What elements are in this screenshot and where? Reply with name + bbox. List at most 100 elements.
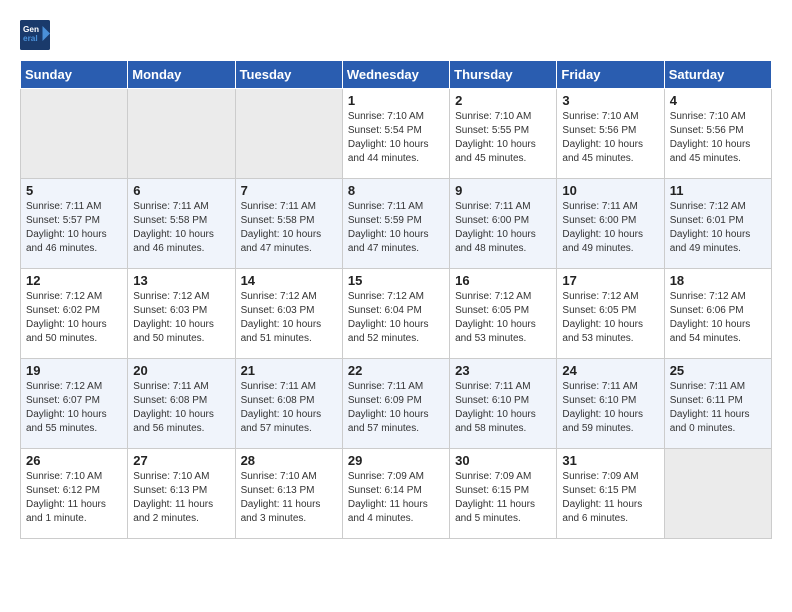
calendar-week: 19Sunrise: 7:12 AMSunset: 6:07 PMDayligh… xyxy=(21,359,772,449)
day-info: Sunrise: 7:11 AMSunset: 6:08 PMDaylight:… xyxy=(133,380,229,436)
day-number: 25 xyxy=(670,363,766,378)
day-number: 10 xyxy=(562,183,658,198)
calendar-day: 12 Sunrise: 7:12 AMSunset: 6:02 PMDayligh… xyxy=(21,269,128,359)
day-info: Sunrise: 7:12 AMSunset: 6:03 PMDaylight:… xyxy=(133,290,229,346)
day-info: Sunrise: 7:10 AMSunset: 5:56 PMDaylight:… xyxy=(562,110,658,166)
day-info: Sunrise: 7:11 AMSunset: 5:57 PMDaylight:… xyxy=(26,200,122,256)
day-number: 11 xyxy=(670,183,766,198)
day-number: 28 xyxy=(241,453,337,468)
day-number: 16 xyxy=(455,273,551,288)
day-number: 17 xyxy=(562,273,658,288)
page-header: Gen eral xyxy=(20,20,772,50)
calendar-day: 4 Sunrise: 7:10 AMSunset: 5:56 PMDaylight… xyxy=(664,89,771,179)
calendar-week: 12 Sunrise: 7:12 AMSunset: 6:02 PMDayligh… xyxy=(21,269,772,359)
calendar-week: 5 Sunrise: 7:11 AMSunset: 5:57 PMDaylight… xyxy=(21,179,772,269)
day-info: Sunrise: 7:11 AMSunset: 6:08 PMDaylight:… xyxy=(241,380,337,436)
calendar-day: 24 Sunrise: 7:11 AMSunset: 6:10 PMDayligh… xyxy=(557,359,664,449)
day-info: Sunrise: 7:11 AMSunset: 6:09 PMDaylight:… xyxy=(348,380,444,436)
day-number: 31 xyxy=(562,453,658,468)
calendar-day: 9 Sunrise: 7:11 AMSunset: 6:00 PMDaylight… xyxy=(450,179,557,269)
day-info: Sunrise: 7:12 AMSunset: 6:07 PMDaylight:… xyxy=(26,380,122,436)
day-info: Sunrise: 7:10 AMSunset: 6:12 PMDaylight:… xyxy=(26,470,122,526)
day-number: 12 xyxy=(26,273,122,288)
day-info: Sunrise: 7:11 AMSunset: 5:58 PMDaylight:… xyxy=(241,200,337,256)
calendar-day: 15 Sunrise: 7:12 AMSunset: 6:04 PMDayligh… xyxy=(342,269,449,359)
day-info: Sunrise: 7:11 AMSunset: 6:11 PMDaylight:… xyxy=(670,380,766,436)
day-number: 18 xyxy=(670,273,766,288)
day-info: Sunrise: 7:12 AMSunset: 6:02 PMDaylight:… xyxy=(26,290,122,346)
day-number: 5 xyxy=(26,183,122,198)
day-info: Sunrise: 7:12 AMSunset: 6:04 PMDaylight:… xyxy=(348,290,444,346)
day-number: 7 xyxy=(241,183,337,198)
calendar-day: 18 Sunrise: 7:12 AMSunset: 6:06 PMDayligh… xyxy=(664,269,771,359)
day-info: Sunrise: 7:09 AMSunset: 6:15 PMDaylight:… xyxy=(455,470,551,526)
weekday-header: Friday xyxy=(557,61,664,89)
day-number: 1 xyxy=(348,93,444,108)
calendar-day: 27 Sunrise: 7:10 AMSunset: 6:13 PMDayligh… xyxy=(128,449,235,539)
day-number: 15 xyxy=(348,273,444,288)
calendar-day: 29 Sunrise: 7:09 AMSunset: 6:14 PMDayligh… xyxy=(342,449,449,539)
calendar-day xyxy=(21,89,128,179)
day-number: 21 xyxy=(241,363,337,378)
calendar-day: 7 Sunrise: 7:11 AMSunset: 5:58 PMDaylight… xyxy=(235,179,342,269)
calendar-day: 28 Sunrise: 7:10 AMSunset: 6:13 PMDayligh… xyxy=(235,449,342,539)
day-number: 2 xyxy=(455,93,551,108)
day-number: 23 xyxy=(455,363,551,378)
calendar-day: 31 Sunrise: 7:09 AMSunset: 6:15 PMDayligh… xyxy=(557,449,664,539)
day-info: Sunrise: 7:10 AMSunset: 6:13 PMDaylight:… xyxy=(133,470,229,526)
calendar-day: 23Sunrise: 7:11 AMSunset: 6:10 PMDayligh… xyxy=(450,359,557,449)
day-number: 6 xyxy=(133,183,229,198)
calendar-table: SundayMondayTuesdayWednesdayThursdayFrid… xyxy=(20,60,772,539)
day-number: 8 xyxy=(348,183,444,198)
day-info: Sunrise: 7:09 AMSunset: 6:14 PMDaylight:… xyxy=(348,470,444,526)
calendar-day: 16Sunrise: 7:12 AMSunset: 6:05 PMDayligh… xyxy=(450,269,557,359)
day-number: 9 xyxy=(455,183,551,198)
weekday-header: Tuesday xyxy=(235,61,342,89)
calendar-day: 1Sunrise: 7:10 AMSunset: 5:54 PMDaylight… xyxy=(342,89,449,179)
calendar-header: SundayMondayTuesdayWednesdayThursdayFrid… xyxy=(21,61,772,89)
calendar-day: 10 Sunrise: 7:11 AMSunset: 6:00 PMDayligh… xyxy=(557,179,664,269)
calendar-day: 6 Sunrise: 7:11 AMSunset: 5:58 PMDaylight… xyxy=(128,179,235,269)
day-info: Sunrise: 7:12 AMSunset: 6:05 PMDaylight:… xyxy=(562,290,658,346)
calendar-day: 3Sunrise: 7:10 AMSunset: 5:56 PMDaylight… xyxy=(557,89,664,179)
calendar-day: 25 Sunrise: 7:11 AMSunset: 6:11 PMDayligh… xyxy=(664,359,771,449)
day-info: Sunrise: 7:12 AMSunset: 6:01 PMDaylight:… xyxy=(670,200,766,256)
day-info: Sunrise: 7:09 AMSunset: 6:15 PMDaylight:… xyxy=(562,470,658,526)
logo: Gen eral xyxy=(20,20,54,50)
weekday-header: Saturday xyxy=(664,61,771,89)
calendar-day: 26 Sunrise: 7:10 AMSunset: 6:12 PMDayligh… xyxy=(21,449,128,539)
calendar-week: 1Sunrise: 7:10 AMSunset: 5:54 PMDaylight… xyxy=(21,89,772,179)
calendar-day: 20 Sunrise: 7:11 AMSunset: 6:08 PMDayligh… xyxy=(128,359,235,449)
day-info: Sunrise: 7:12 AMSunset: 6:06 PMDaylight:… xyxy=(670,290,766,346)
day-info: Sunrise: 7:11 AMSunset: 6:10 PMDaylight:… xyxy=(562,380,658,436)
calendar-day xyxy=(235,89,342,179)
calendar-day: 2Sunrise: 7:10 AMSunset: 5:55 PMDaylight… xyxy=(450,89,557,179)
day-number: 24 xyxy=(562,363,658,378)
day-number: 20 xyxy=(133,363,229,378)
day-info: Sunrise: 7:10 AMSunset: 6:13 PMDaylight:… xyxy=(241,470,337,526)
weekday-header: Monday xyxy=(128,61,235,89)
day-info: Sunrise: 7:11 AMSunset: 5:59 PMDaylight:… xyxy=(348,200,444,256)
calendar-day: 21 Sunrise: 7:11 AMSunset: 6:08 PMDayligh… xyxy=(235,359,342,449)
calendar-day: 22 Sunrise: 7:11 AMSunset: 6:09 PMDayligh… xyxy=(342,359,449,449)
calendar-day xyxy=(664,449,771,539)
calendar-day: 14Sunrise: 7:12 AMSunset: 6:03 PMDayligh… xyxy=(235,269,342,359)
weekday-header: Wednesday xyxy=(342,61,449,89)
day-info: Sunrise: 7:11 AMSunset: 6:00 PMDaylight:… xyxy=(455,200,551,256)
day-info: Sunrise: 7:12 AMSunset: 6:03 PMDaylight:… xyxy=(241,290,337,346)
calendar-day: 19Sunrise: 7:12 AMSunset: 6:07 PMDayligh… xyxy=(21,359,128,449)
day-info: Sunrise: 7:11 AMSunset: 6:00 PMDaylight:… xyxy=(562,200,658,256)
calendar-day: 11 Sunrise: 7:12 AMSunset: 6:01 PMDayligh… xyxy=(664,179,771,269)
day-number: 29 xyxy=(348,453,444,468)
day-number: 4 xyxy=(670,93,766,108)
weekday-header: Sunday xyxy=(21,61,128,89)
day-number: 27 xyxy=(133,453,229,468)
day-info: Sunrise: 7:11 AMSunset: 5:58 PMDaylight:… xyxy=(133,200,229,256)
calendar-day: 30Sunrise: 7:09 AMSunset: 6:15 PMDayligh… xyxy=(450,449,557,539)
calendar-day: 8 Sunrise: 7:11 AMSunset: 5:59 PMDaylight… xyxy=(342,179,449,269)
day-number: 26 xyxy=(26,453,122,468)
day-info: Sunrise: 7:10 AMSunset: 5:56 PMDaylight:… xyxy=(670,110,766,166)
svg-text:eral: eral xyxy=(23,34,38,43)
day-number: 22 xyxy=(348,363,444,378)
weekday-header: Thursday xyxy=(450,61,557,89)
